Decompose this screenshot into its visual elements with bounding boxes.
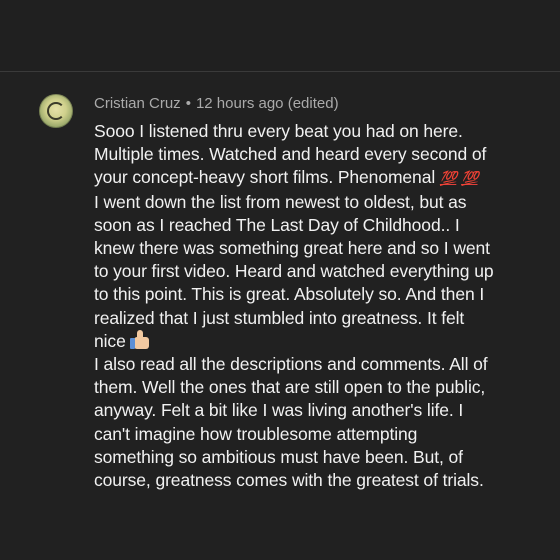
comment-time[interactable]: 12 hours ago (196, 95, 284, 112)
comment-line: Multiple times. Watched and heard every … (94, 144, 487, 165)
edited-label: (edited) (287, 95, 339, 112)
comment-card: Cristian Cruz • 12 hours ago (edited) Sooo… (0, 72, 560, 560)
comment-line-text: nice (94, 330, 126, 351)
meta-separator: • (185, 95, 191, 112)
comment-line: anyway. Felt a bit like I was living ano… (94, 400, 464, 421)
comment-line: something so ambitious must have been. B… (94, 446, 463, 467)
comment-line: I also read all the descriptions and com… (94, 354, 488, 375)
comment-line: I went down the list from newest to olde… (94, 191, 467, 212)
comment-line: course, greatness comes with the greates… (94, 470, 484, 491)
comment-line: realized that I just stumbled into great… (94, 307, 465, 328)
comment-screen: Cristian Cruz • 12 hours ago (edited) Sooo… (0, 0, 560, 560)
avatar[interactable] (39, 94, 73, 128)
comment-line: nice (94, 329, 544, 353)
avatar-logo-icon (47, 102, 65, 120)
previous-comment-area (0, 0, 560, 71)
comment-line: them. Well the ones that are still open … (94, 377, 486, 398)
comment-line: Sooo I listened thru every beat you had … (94, 121, 463, 141)
comment-line: to this point. This is great. Absolutely… (94, 284, 485, 305)
comment-text: Sooo I listened thru every beat you had … (94, 120, 544, 492)
hundred-points-icon: 💯 (461, 170, 478, 187)
comment-line: to your first video. Heard and watched e… (94, 261, 494, 282)
thumbs-up-icon (130, 329, 152, 350)
hundred-points-icon: 💯 (439, 170, 457, 187)
comment-line: can't imagine how troublesome attempting (94, 423, 418, 444)
comment-line: knew there was something great here and … (94, 238, 490, 259)
comment-line: your concept-heavy short films. Phenomen… (94, 166, 544, 190)
comment-line: soon as I reached The Last Day of Childh… (94, 214, 460, 235)
author-name[interactable]: Cristian Cruz (94, 95, 181, 112)
comment-line-text: your concept-heavy short films. Phenomen… (94, 167, 436, 188)
comment-meta: Cristian Cruz • 12 hours ago (edited) (94, 94, 339, 114)
